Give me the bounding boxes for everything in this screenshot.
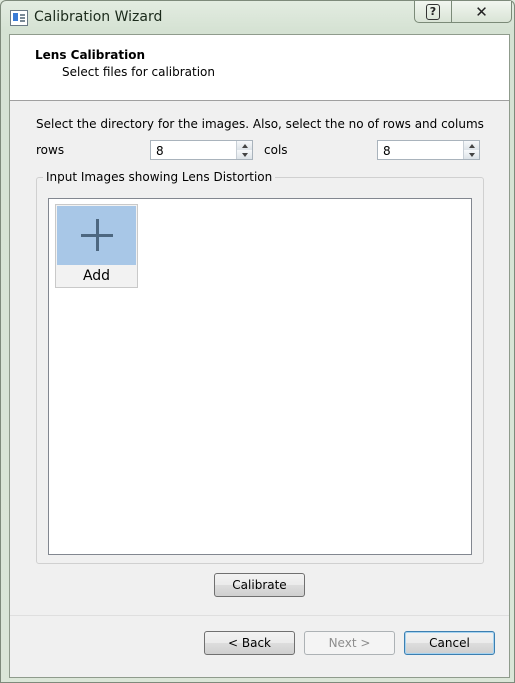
add-thumbnail bbox=[57, 206, 136, 265]
instruction-text: Select the directory for the images. Als… bbox=[36, 117, 484, 131]
page-title: Lens Calibration bbox=[35, 48, 146, 62]
add-label: Add bbox=[82, 268, 111, 284]
rows-decrement-button[interactable] bbox=[237, 150, 252, 159]
rows-spin-arrows bbox=[236, 141, 252, 159]
page-subtitle: Select files for calibration bbox=[62, 65, 215, 79]
footer-divider bbox=[10, 615, 509, 616]
add-image-tile[interactable]: Add bbox=[55, 204, 138, 288]
window-title: Calibration Wizard bbox=[34, 9, 163, 25]
app-icon bbox=[10, 10, 28, 26]
help-icon: ? bbox=[426, 3, 440, 20]
cols-spin-arrows bbox=[463, 141, 479, 159]
close-button[interactable]: ✕ bbox=[452, 1, 511, 22]
group-legend: Input Images showing Lens Distortion bbox=[43, 170, 276, 184]
rows-spinbox[interactable]: 8 bbox=[150, 140, 253, 160]
arrow-down-icon bbox=[468, 152, 475, 157]
cols-spinbox[interactable]: 8 bbox=[377, 140, 480, 160]
rows-value: 8 bbox=[156, 144, 164, 158]
help-button[interactable]: ? bbox=[415, 1, 452, 22]
cols-decrement-button[interactable] bbox=[464, 150, 479, 159]
close-icon: ✕ bbox=[475, 2, 488, 21]
next-button[interactable]: Next > bbox=[304, 631, 395, 655]
image-list[interactable]: Add bbox=[48, 198, 472, 555]
caption-buttons: ? ✕ bbox=[414, 1, 512, 23]
arrow-down-icon bbox=[241, 152, 248, 157]
cols-value: 8 bbox=[383, 144, 391, 158]
input-images-group: Input Images showing Lens Distortion Add bbox=[36, 170, 484, 564]
wizard-header: Lens Calibration Select files for calibr… bbox=[10, 35, 509, 101]
cancel-button[interactable]: Cancel bbox=[404, 631, 495, 655]
arrow-up-icon bbox=[241, 143, 248, 148]
back-button[interactable]: < Back bbox=[204, 631, 295, 655]
window-frame: Calibration Wizard ? ✕ Lens Calibration … bbox=[0, 0, 515, 683]
cols-label: cols bbox=[264, 143, 288, 157]
arrow-up-icon bbox=[468, 143, 475, 148]
wizard-page: Lens Calibration Select files for calibr… bbox=[9, 34, 510, 678]
rows-label: rows bbox=[36, 143, 65, 157]
calibrate-button[interactable]: Calibrate bbox=[214, 573, 305, 597]
plus-icon-vertical bbox=[96, 219, 99, 251]
